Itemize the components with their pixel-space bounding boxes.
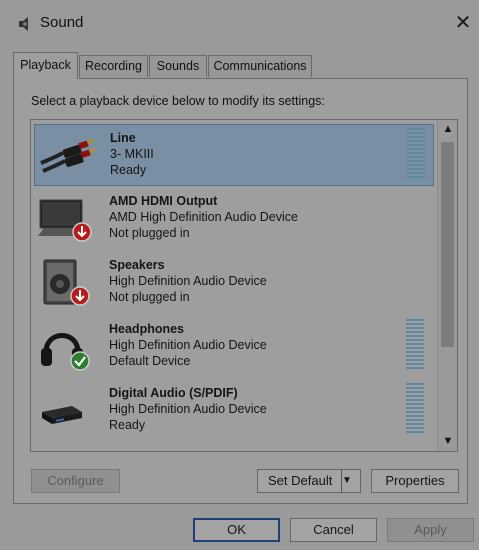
cancel-button[interactable]: Cancel [290, 518, 377, 542]
title-bar: Sound ✕ [0, 0, 479, 48]
headphones-icon [38, 322, 94, 372]
set-default-button[interactable]: Set Default ▼ [257, 469, 361, 493]
device-list: Line 3- MKIII Ready AMD HDMI Output AMD … [30, 119, 458, 452]
device-status: Ready [109, 418, 146, 432]
scroll-thumb[interactable] [441, 142, 454, 347]
device-status: Not plugged in [109, 290, 190, 304]
device-item-line[interactable]: Line 3- MKIII Ready [34, 124, 434, 186]
ok-button[interactable]: OK [193, 518, 280, 542]
device-name: Digital Audio (S/PDIF) [109, 386, 238, 400]
tab-communications[interactable]: Communications [208, 55, 312, 77]
device-status: Not plugged in [109, 226, 190, 240]
device-driver: High Definition Audio Device [109, 274, 267, 288]
device-name: Line [110, 131, 136, 145]
sound-dialog: Sound ✕ Playback Recording Sounds Commun… [0, 0, 479, 550]
scroll-up-button[interactable]: ▲ [438, 120, 457, 138]
device-status: Ready [110, 163, 147, 177]
device-driver: High Definition Audio Device [109, 402, 267, 416]
speaker-icon [38, 258, 94, 308]
level-meter [406, 383, 424, 433]
instruction-text: Select a playback device below to modify… [31, 94, 325, 108]
device-driver: AMD High Definition Audio Device [109, 210, 298, 224]
playback-panel: Select a playback device below to modify… [13, 78, 468, 504]
device-name: AMD HDMI Output [109, 194, 218, 208]
device-item-speakers[interactable]: Speakers High Definition Audio Device No… [34, 252, 434, 314]
monitor-icon [38, 194, 94, 244]
device-name: Headphones [109, 322, 185, 336]
device-driver: High Definition Audio Device [109, 338, 267, 352]
level-meter [406, 319, 424, 369]
scroll-down-button[interactable]: ▼ [438, 432, 457, 450]
device-item-digital-audio[interactable]: Digital Audio (S/PDIF) High Definition A… [34, 380, 434, 442]
rca-cable-icon [39, 131, 96, 181]
device-list-scrollbar[interactable]: ▲ ▼ [437, 120, 457, 451]
device-item-amd-hdmi[interactable]: AMD HDMI Output AMD High Definition Audi… [34, 188, 434, 250]
tab-sounds[interactable]: Sounds [149, 55, 207, 77]
set-default-label: Set Default [268, 473, 333, 488]
speaker-app-icon [17, 15, 33, 33]
device-item-headphones[interactable]: Headphones High Definition Audio Device … [34, 316, 434, 378]
device-status: Default Device [109, 354, 191, 368]
tab-recording[interactable]: Recording [79, 55, 148, 77]
close-button[interactable]: ✕ [452, 12, 474, 34]
spdif-device-icon [38, 386, 94, 436]
properties-button[interactable]: Properties [371, 469, 459, 493]
device-name: Speakers [109, 258, 165, 272]
device-driver: 3- MKIII [110, 147, 154, 161]
level-meter [407, 128, 425, 178]
tab-playback[interactable]: Playback [13, 52, 78, 79]
configure-button[interactable]: Configure [31, 469, 120, 493]
window-title: Sound [40, 14, 84, 31]
apply-button[interactable]: Apply [387, 518, 474, 542]
dropdown-arrow-icon[interactable]: ▼ [341, 470, 360, 492]
